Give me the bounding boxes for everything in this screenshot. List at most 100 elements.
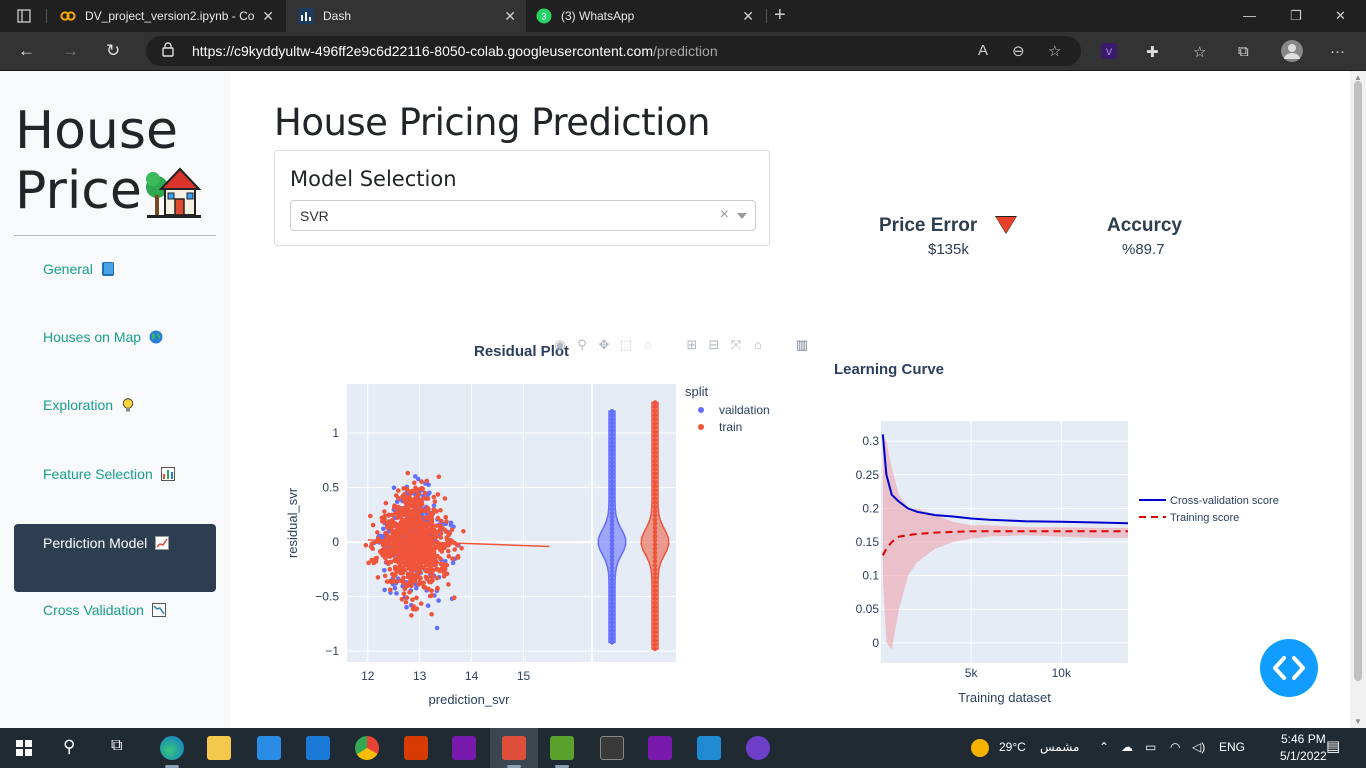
- zoom-icon[interactable]: ⊖: [1012, 42, 1025, 60]
- language-indicator[interactable]: ENG: [1219, 740, 1245, 754]
- chevron-down-icon[interactable]: [737, 213, 747, 219]
- scatter-point: [421, 580, 426, 586]
- scatter-point: [401, 591, 407, 596]
- violin-point: [652, 621, 658, 627]
- favorites-icon[interactable]: ☆: [1193, 43, 1206, 61]
- tray-overflow-icon[interactable]: ⌃: [1099, 740, 1109, 754]
- reset-axes-icon[interactable]: ⌂: [750, 337, 766, 355]
- close-tab-icon[interactable]: ✕: [504, 8, 516, 25]
- battery-icon[interactable]: ▭: [1145, 740, 1156, 754]
- learning-curve-plot[interactable]: 0.3 0.25 0.2 0.15 0.1 0.05 0 5k 10kTraining data…: [830, 401, 1310, 711]
- mail-icon[interactable]: [306, 736, 330, 760]
- sidebar-item-exploration[interactable]: Exploration: [43, 397, 135, 413]
- weather-text[interactable]: مشمس: [1040, 740, 1079, 754]
- chrome-icon[interactable]: [355, 736, 379, 760]
- violin-point: [652, 475, 658, 480]
- minimize-icon[interactable]: —: [1243, 8, 1256, 23]
- search-icon[interactable]: ⚲: [63, 737, 75, 757]
- refresh-icon[interactable]: ↻: [106, 41, 120, 61]
- back-icon[interactable]: ←: [18, 41, 35, 61]
- pan-icon[interactable]: ✥: [596, 337, 612, 355]
- x-tick-label: 13: [413, 669, 427, 683]
- zoom-in-icon[interactable]: ⊞: [684, 337, 700, 355]
- dash-debug-button[interactable]: [1260, 639, 1318, 697]
- office-icon[interactable]: [404, 736, 428, 760]
- scatter-point: [389, 580, 394, 585]
- tab-actions-icon[interactable]: [17, 9, 31, 23]
- onenote-icon-2[interactable]: [648, 736, 672, 760]
- read-aloud-icon[interactable]: A: [978, 42, 988, 59]
- extensions-puzzle-icon[interactable]: ✚: [1146, 43, 1159, 61]
- weather-temp[interactable]: 29°C: [999, 740, 1026, 754]
- wifi-icon[interactable]: ◠: [1170, 740, 1180, 754]
- new-tab-icon[interactable]: +: [774, 4, 786, 27]
- scrollbar-thumb[interactable]: [1354, 81, 1362, 681]
- violin-point: [652, 479, 658, 485]
- sidebar-item-prediction-model[interactable]: Perdiction Model: [14, 524, 216, 592]
- plotly-logo-icon[interactable]: ▥: [794, 337, 810, 355]
- zoom-icon[interactable]: ⚲: [574, 337, 590, 355]
- camera-icon[interactable]: ◉: [552, 337, 568, 355]
- sidebar-item-general[interactable]: General: [43, 261, 115, 277]
- tab-whatsapp[interactable]: 3 (3) WhatsApp ✕: [528, 0, 764, 32]
- scatter-point: [392, 505, 397, 510]
- scatter-point: [370, 522, 376, 528]
- store-icon[interactable]: [257, 736, 281, 760]
- github-icon[interactable]: [746, 736, 770, 760]
- onedrive-icon[interactable]: ☁: [1121, 740, 1133, 754]
- lasso-icon[interactable]: ◌: [640, 337, 656, 355]
- terminal-icon[interactable]: [600, 736, 624, 760]
- close-tab-icon[interactable]: ✕: [262, 8, 274, 25]
- forward-icon[interactable]: →: [62, 41, 79, 61]
- autoscale-icon[interactable]: ⤧: [728, 337, 744, 355]
- collections-icon[interactable]: ⧉: [1238, 43, 1249, 60]
- model-dropdown[interactable]: SVR ×: [290, 200, 756, 231]
- violin-point: [652, 425, 658, 430]
- zoom-out-icon[interactable]: ⊟: [706, 337, 722, 355]
- file-explorer-icon[interactable]: [207, 736, 231, 760]
- page-scrollbar[interactable]: ▲ ▼: [1350, 71, 1366, 728]
- onenote-icon[interactable]: [452, 736, 476, 760]
- notifications-icon[interactable]: ▤: [1326, 737, 1340, 755]
- task-view-icon[interactable]: ⧉: [111, 737, 122, 755]
- scatter-point: [429, 519, 435, 525]
- clear-icon[interactable]: ×: [720, 206, 729, 224]
- sidebar-item-feature-selection[interactable]: Feature Selection: [43, 466, 175, 482]
- restore-icon[interactable]: ❐: [1290, 8, 1302, 24]
- y-tick-label: 0: [332, 535, 339, 549]
- close-window-icon[interactable]: ✕: [1335, 8, 1346, 24]
- snipping-tool-icon[interactable]: [502, 736, 526, 760]
- sidebar-item-houses-on-map[interactable]: Houses on Map: [43, 329, 163, 345]
- scatter-point: [404, 605, 409, 610]
- volume-icon[interactable]: ◁): [1192, 740, 1205, 754]
- legend-label: vaildation: [719, 403, 770, 417]
- svg-text:V: V: [1106, 47, 1112, 57]
- violin-point: [652, 646, 658, 652]
- scroll-down-icon[interactable]: ▼: [1354, 717, 1362, 726]
- vscode-icon[interactable]: [697, 736, 721, 760]
- scatter-point: [402, 498, 407, 503]
- profile-avatar[interactable]: [1281, 40, 1303, 62]
- tab-dash[interactable]: Dash ✕: [286, 0, 526, 32]
- lock-icon: [162, 42, 174, 57]
- favorite-add-icon[interactable]: ☆: [1048, 42, 1061, 60]
- scatter-point: [426, 586, 431, 592]
- clock[interactable]: 5:46 PM 5/1/2022: [1280, 731, 1327, 765]
- brand-line-1: House: [15, 101, 178, 161]
- box-select-icon[interactable]: ⬚: [618, 337, 634, 355]
- violin-point: [652, 508, 658, 514]
- scatter-point: [389, 524, 395, 529]
- notepad-icon[interactable]: [550, 736, 574, 760]
- violin-point: [652, 437, 658, 443]
- windows-start-icon[interactable]: [16, 740, 32, 756]
- edge-icon[interactable]: [160, 736, 184, 760]
- x-axis-title: prediction_svr: [429, 692, 511, 707]
- residual-plot[interactable]: 12 13 14 15 1 0.5 0 −0.5 −1 prediction_svr residua…: [280, 371, 780, 711]
- close-tab-icon[interactable]: ✕: [742, 8, 754, 25]
- address-bar[interactable]: https://c9kyddyultw-496ff2e9c6d22116-805…: [146, 36, 1081, 66]
- tab-colab[interactable]: DV_project_version2.ipynb - Cola ✕: [48, 0, 284, 32]
- sidebar-item-cross-validation[interactable]: Cross Validation: [43, 602, 166, 618]
- more-menu-icon[interactable]: ···: [1330, 43, 1345, 60]
- extension-icon[interactable]: V: [1101, 43, 1117, 63]
